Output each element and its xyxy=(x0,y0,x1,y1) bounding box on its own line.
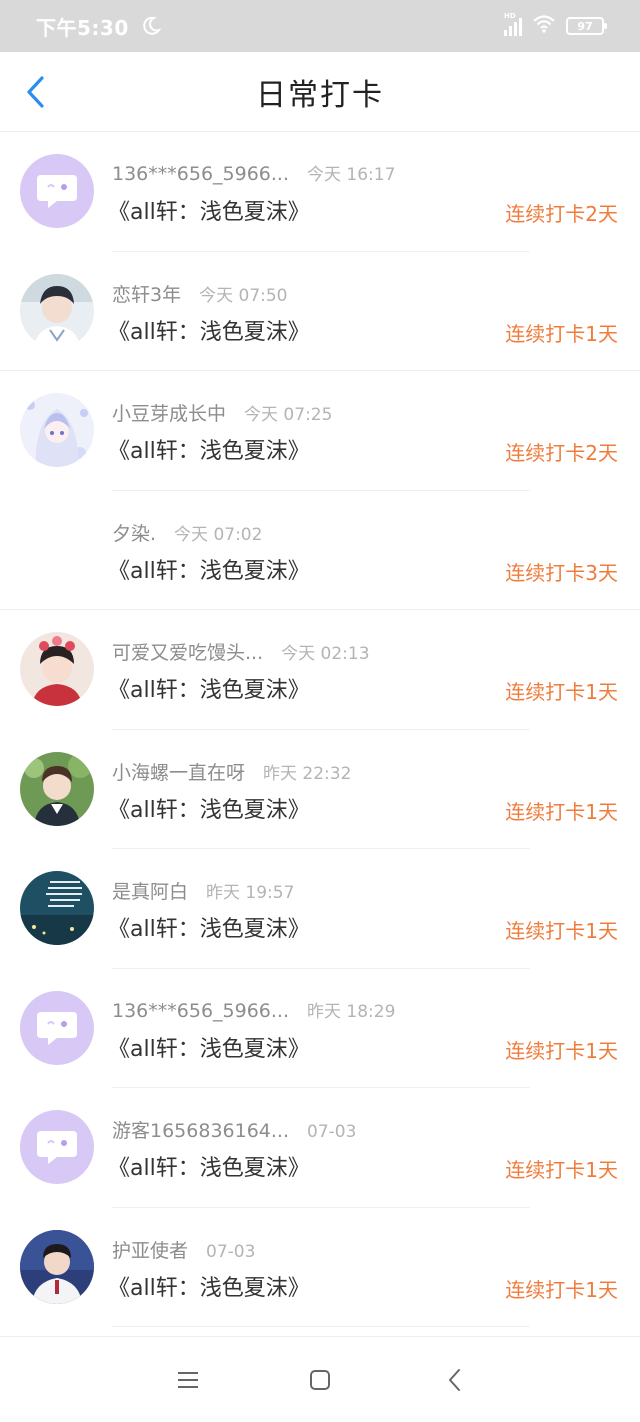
username[interactable]: 136***656_5966... xyxy=(112,163,289,185)
username[interactable]: 136***656_5966... xyxy=(112,1000,289,1022)
back-button[interactable] xyxy=(18,72,54,112)
streak-label: 连续打卡1天 xyxy=(505,1158,618,1182)
avatar[interactable] xyxy=(20,1110,94,1184)
list-item[interactable]: 可爱又爱吃馒头... 今天 02:13 《all轩：浅色夏沫》 连续打卡1天 xyxy=(0,610,640,730)
avatar[interactable] xyxy=(20,871,94,945)
chat-bubble-icon xyxy=(37,175,77,208)
chat-bubble-icon xyxy=(37,1011,77,1045)
page-title: 日常打卡 xyxy=(256,77,384,113)
moon-icon xyxy=(141,16,162,36)
avatar[interactable] xyxy=(20,1229,94,1304)
username[interactable]: 夕染. xyxy=(112,519,156,546)
streak-label: 连续打卡1天 xyxy=(505,799,618,824)
book-title[interactable]: 《all轩：浅色夏沫》 xyxy=(108,911,310,943)
streak-label: 连续打卡1天 xyxy=(505,321,618,346)
list-item[interactable]: 护亚使者 07-03 《all轩：浅色夏沫》 连续打卡1天 xyxy=(0,1208,640,1328)
checkin-time: 今天 02:13 xyxy=(281,644,370,664)
username[interactable]: 护亚使者 xyxy=(112,1236,188,1263)
avatar[interactable] xyxy=(20,751,94,826)
username[interactable]: 是真阿白 xyxy=(112,877,188,904)
streak-label: 连续打卡1天 xyxy=(505,919,618,943)
book-title[interactable]: 《all轩：浅色夏沫》 xyxy=(108,553,310,585)
avatar[interactable] xyxy=(20,393,94,467)
avatar[interactable] xyxy=(20,632,94,706)
menu-icon xyxy=(178,1372,198,1388)
menu-button[interactable] xyxy=(173,1367,203,1393)
nav-bar: 日常打卡 xyxy=(0,52,640,132)
book-title[interactable]: 《all轩：浅色夏沫》 xyxy=(108,314,310,346)
avatar[interactable] xyxy=(20,990,94,1065)
streak-label: 连续打卡1天 xyxy=(505,1277,618,1302)
checkin-time: 昨天 22:32 xyxy=(263,763,352,784)
avatar[interactable] xyxy=(20,273,94,348)
streak-label: 连续打卡2天 xyxy=(505,202,618,226)
system-nav-bar xyxy=(0,1336,640,1422)
chat-bubble-icon xyxy=(37,1131,77,1164)
checkin-time: 今天 07:50 xyxy=(199,285,288,306)
username[interactable]: 恋轩3年 xyxy=(112,280,181,307)
system-back-button[interactable] xyxy=(440,1367,470,1393)
list-item[interactable]: 136***656_5966... 昨天 18:29 《all轩：浅色夏沫》 连… xyxy=(0,969,640,1089)
avatar[interactable] xyxy=(20,154,94,228)
username[interactable]: 小海螺一直在呀 xyxy=(112,758,245,785)
square-icon xyxy=(310,1370,330,1390)
list-item[interactable]: 小豆芽成长中 今天 07:25 《all轩：浅色夏沫》 连续打卡2天 xyxy=(0,371,640,491)
battery-indicator: 97 xyxy=(566,17,607,35)
checkin-time: 昨天 18:29 xyxy=(307,1001,396,1022)
list-item[interactable]: 是真阿白 昨天 19:57 《all轩：浅色夏沫》 连续打卡1天 xyxy=(0,849,640,969)
list-item[interactable]: 136***656_5966... 今天 16:17 《all轩：浅色夏沫》 连… xyxy=(0,132,640,252)
status-time: 下午5:30 xyxy=(36,15,129,40)
list-item[interactable]: 游客1656836164... 07-03 《all轩：浅色夏沫》 连续打卡1天 xyxy=(0,1088,640,1208)
book-title[interactable]: 《all轩：浅色夏沫》 xyxy=(108,792,310,824)
checkin-time: 今天 07:25 xyxy=(244,405,333,425)
chevron-left-icon xyxy=(449,1369,460,1391)
book-title[interactable]: 《all轩：浅色夏沫》 xyxy=(108,1150,310,1182)
checkin-time: 07-03 xyxy=(206,1241,256,1262)
book-title[interactable]: 《all轩：浅色夏沫》 xyxy=(108,433,310,465)
username[interactable]: 可爱又爱吃馒头... xyxy=(112,638,263,665)
book-title[interactable]: 《all轩：浅色夏沫》 xyxy=(108,1270,310,1302)
battery-level: 97 xyxy=(577,19,593,33)
checkin-time: 今天 16:17 xyxy=(307,165,396,185)
chevron-left-icon xyxy=(27,76,44,108)
list-item[interactable]: 夕染. 今天 07:02 《all轩：浅色夏沫》 连续打卡3天 xyxy=(0,491,640,611)
wifi-icon xyxy=(532,14,556,38)
streak-label: 连续打卡1天 xyxy=(505,1038,618,1063)
book-title[interactable]: 《all轩：浅色夏沫》 xyxy=(108,194,310,226)
list-item[interactable]: 小海螺一直在呀 昨天 22:32 《all轩：浅色夏沫》 连续打卡1天 xyxy=(0,730,640,850)
list-item[interactable]: 恋轩3年 今天 07:50 《all轩：浅色夏沫》 连续打卡1天 xyxy=(0,252,640,372)
signal-icon: HD xyxy=(504,12,522,36)
streak-label: 连续打卡1天 xyxy=(505,680,618,704)
checkin-time: 昨天 19:57 xyxy=(206,883,295,903)
streak-label: 连续打卡2天 xyxy=(505,441,618,465)
streak-label: 连续打卡3天 xyxy=(505,560,618,585)
home-button[interactable] xyxy=(305,1367,335,1393)
book-title[interactable]: 《all轩：浅色夏沫》 xyxy=(108,1031,310,1063)
username[interactable]: 小豆芽成长中 xyxy=(112,399,226,426)
checkin-list: 136***656_5966... 今天 16:17 《all轩：浅色夏沫》 连… xyxy=(0,132,640,1327)
checkin-time: 今天 07:02 xyxy=(174,524,263,545)
book-title[interactable]: 《all轩：浅色夏沫》 xyxy=(108,672,310,704)
status-bar: 下午5:30 HD 97 xyxy=(0,0,640,52)
username[interactable]: 游客1656836164... xyxy=(112,1116,289,1143)
checkin-time: 07-03 xyxy=(307,1122,357,1142)
